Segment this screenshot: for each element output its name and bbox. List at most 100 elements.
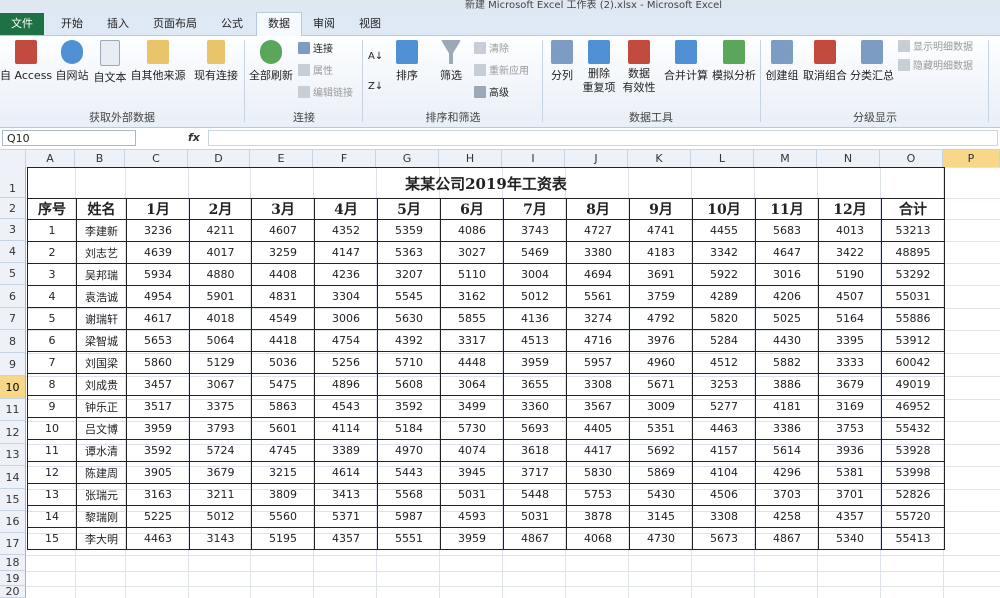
data-cell[interactable]: 5863: [251, 395, 315, 418]
data-cell[interactable]: 4513: [503, 329, 567, 352]
data-cell[interactable]: 5987: [377, 505, 441, 528]
data-cell[interactable]: 7: [27, 351, 77, 374]
data-cell[interactable]: 4831: [251, 285, 315, 308]
column-header[interactable]: B: [75, 150, 125, 167]
header-cell[interactable]: 11月: [755, 198, 819, 220]
data-cell[interactable]: 53928: [881, 439, 945, 462]
data-cell[interactable]: 5164: [818, 307, 882, 330]
row-header[interactable]: 14: [0, 466, 26, 489]
data-cell[interactable]: 13: [27, 483, 77, 506]
row-header[interactable]: 17: [0, 533, 26, 555]
data-cell[interactable]: 6: [27, 329, 77, 352]
data-cell[interactable]: 4896: [314, 373, 378, 396]
data-cell[interactable]: 5012: [503, 285, 567, 308]
column-header[interactable]: P: [943, 150, 1000, 167]
data-cell[interactable]: 3342: [692, 241, 756, 264]
data-cell[interactable]: 3207: [377, 263, 441, 286]
data-cell[interactable]: 4086: [440, 219, 504, 242]
data-cell[interactable]: 3618: [503, 439, 567, 462]
data-cell[interactable]: 3679: [189, 461, 252, 484]
data-cell[interactable]: 4463: [692, 417, 756, 440]
data-cell[interactable]: 4181: [755, 395, 819, 418]
what-if-analysis-button[interactable]: 模拟分析: [710, 40, 758, 83]
data-cell[interactable]: 4792: [629, 307, 693, 330]
tab-file[interactable]: 文件: [0, 13, 44, 35]
row-header[interactable]: 3: [0, 219, 26, 241]
data-cell[interactable]: 黎瑞刚: [76, 505, 127, 528]
data-cell[interactable]: 5284: [692, 329, 756, 352]
data-cell[interactable]: 3936: [818, 439, 882, 462]
column-header[interactable]: J: [565, 150, 628, 167]
header-cell[interactable]: 6月: [440, 198, 504, 220]
data-cell[interactable]: 李建新: [76, 219, 127, 242]
data-cell[interactable]: 3886: [755, 373, 819, 396]
data-cell[interactable]: 4157: [692, 439, 756, 462]
data-cell[interactable]: 5601: [251, 417, 315, 440]
data-cell[interactable]: 3006: [314, 307, 378, 330]
properties-button[interactable]: 属性: [298, 63, 333, 81]
data-validation-button[interactable]: 数据 有效性: [620, 40, 658, 95]
reapply-button[interactable]: 重新应用: [474, 63, 529, 81]
data-cell[interactable]: 53912: [881, 329, 945, 352]
data-cell[interactable]: 4104: [692, 461, 756, 484]
data-cell[interactable]: 3375: [189, 395, 252, 418]
data-cell[interactable]: 10: [27, 417, 77, 440]
data-cell[interactable]: 5381: [818, 461, 882, 484]
row-header[interactable]: 9: [0, 353, 26, 376]
connections-button[interactable]: 连接: [298, 41, 333, 59]
data-cell[interactable]: 55031: [881, 285, 945, 308]
column-header[interactable]: O: [880, 150, 943, 167]
data-cell[interactable]: 12: [27, 461, 77, 484]
data-cell[interactable]: 49019: [881, 373, 945, 396]
formula-input[interactable]: [208, 130, 998, 146]
data-cell[interactable]: 袁浩诚: [76, 285, 127, 308]
data-cell[interactable]: 5545: [377, 285, 441, 308]
row-header[interactable]: 2: [0, 198, 26, 219]
data-cell[interactable]: 4745: [251, 439, 315, 462]
data-cell[interactable]: 4114: [314, 417, 378, 440]
data-cell[interactable]: 3389: [314, 439, 378, 462]
data-cell[interactable]: 4754: [314, 329, 378, 352]
data-cell[interactable]: 5129: [189, 351, 252, 374]
data-cell[interactable]: 3259: [251, 241, 315, 264]
data-cell[interactable]: 4867: [755, 527, 819, 550]
sort-asc-icon[interactable]: A↓: [368, 48, 383, 66]
column-header[interactable]: E: [250, 150, 313, 167]
data-cell[interactable]: 刘志艺: [76, 241, 127, 264]
tab-data[interactable]: 数据: [256, 12, 302, 37]
header-cell[interactable]: 姓名: [76, 198, 127, 220]
data-cell[interactable]: 3691: [629, 263, 693, 286]
data-cell[interactable]: 4716: [566, 329, 630, 352]
data-cell[interactable]: 3703: [755, 483, 819, 506]
data-cell[interactable]: 9: [27, 395, 77, 418]
data-cell[interactable]: 5064: [189, 329, 252, 352]
data-cell[interactable]: 梁智城: [76, 329, 127, 352]
column-header[interactable]: D: [188, 150, 250, 167]
data-cell[interactable]: 5363: [377, 241, 441, 264]
data-cell[interactable]: 3457: [126, 373, 190, 396]
row-header[interactable]: 4: [0, 241, 26, 263]
data-cell[interactable]: 3878: [566, 505, 630, 528]
row-header[interactable]: 16: [0, 511, 26, 533]
data-cell[interactable]: 3163: [126, 483, 190, 506]
sort-button[interactable]: 排序: [392, 40, 422, 83]
data-cell[interactable]: 5225: [126, 505, 190, 528]
existing-connections-button[interactable]: 现有连接: [192, 40, 240, 83]
data-cell[interactable]: 5673: [692, 527, 756, 550]
data-cell[interactable]: 3004: [503, 263, 567, 286]
from-other-sources-button[interactable]: 自其他来源: [130, 40, 186, 83]
data-cell[interactable]: 5710: [377, 351, 441, 374]
data-cell[interactable]: 5110: [440, 263, 504, 286]
data-cell[interactable]: 5340: [818, 527, 882, 550]
data-cell[interactable]: 5608: [377, 373, 441, 396]
data-cell[interactable]: 5820: [692, 307, 756, 330]
data-cell[interactable]: 4430: [755, 329, 819, 352]
column-header[interactable]: C: [125, 150, 188, 167]
data-cell[interactable]: 4352: [314, 219, 378, 242]
data-cell[interactable]: 5683: [755, 219, 819, 242]
row-header[interactable]: 8: [0, 330, 26, 353]
data-cell[interactable]: 4741: [629, 219, 693, 242]
data-cell[interactable]: 4357: [818, 505, 882, 528]
data-cell[interactable]: 3386: [755, 417, 819, 440]
data-cell[interactable]: 3959: [440, 527, 504, 550]
